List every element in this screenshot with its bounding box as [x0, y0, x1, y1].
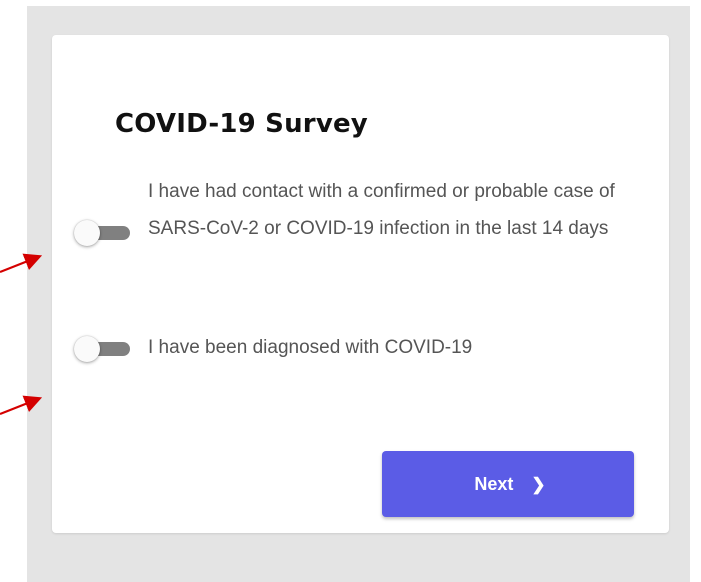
next-button[interactable]: Next ❯ — [382, 451, 634, 517]
diagnosed-toggle-label: I have been diagnosed with COVID-19 — [148, 337, 473, 358]
toggle-thumb — [74, 336, 100, 362]
diagnosed-toggle[interactable] — [72, 332, 134, 366]
next-button-label: Next — [474, 473, 514, 494]
contact-toggle-label: I have had contact with a confirmed or p… — [148, 181, 615, 239]
toggle-thumb — [74, 220, 100, 246]
page-title: COVID-19 Survey — [115, 109, 368, 139]
screenshot-stage: COVID-19 Survey I have had contact with … — [0, 0, 701, 582]
contact-toggle[interactable] — [72, 216, 134, 250]
chevron-right-icon: ❯ — [531, 474, 546, 494]
